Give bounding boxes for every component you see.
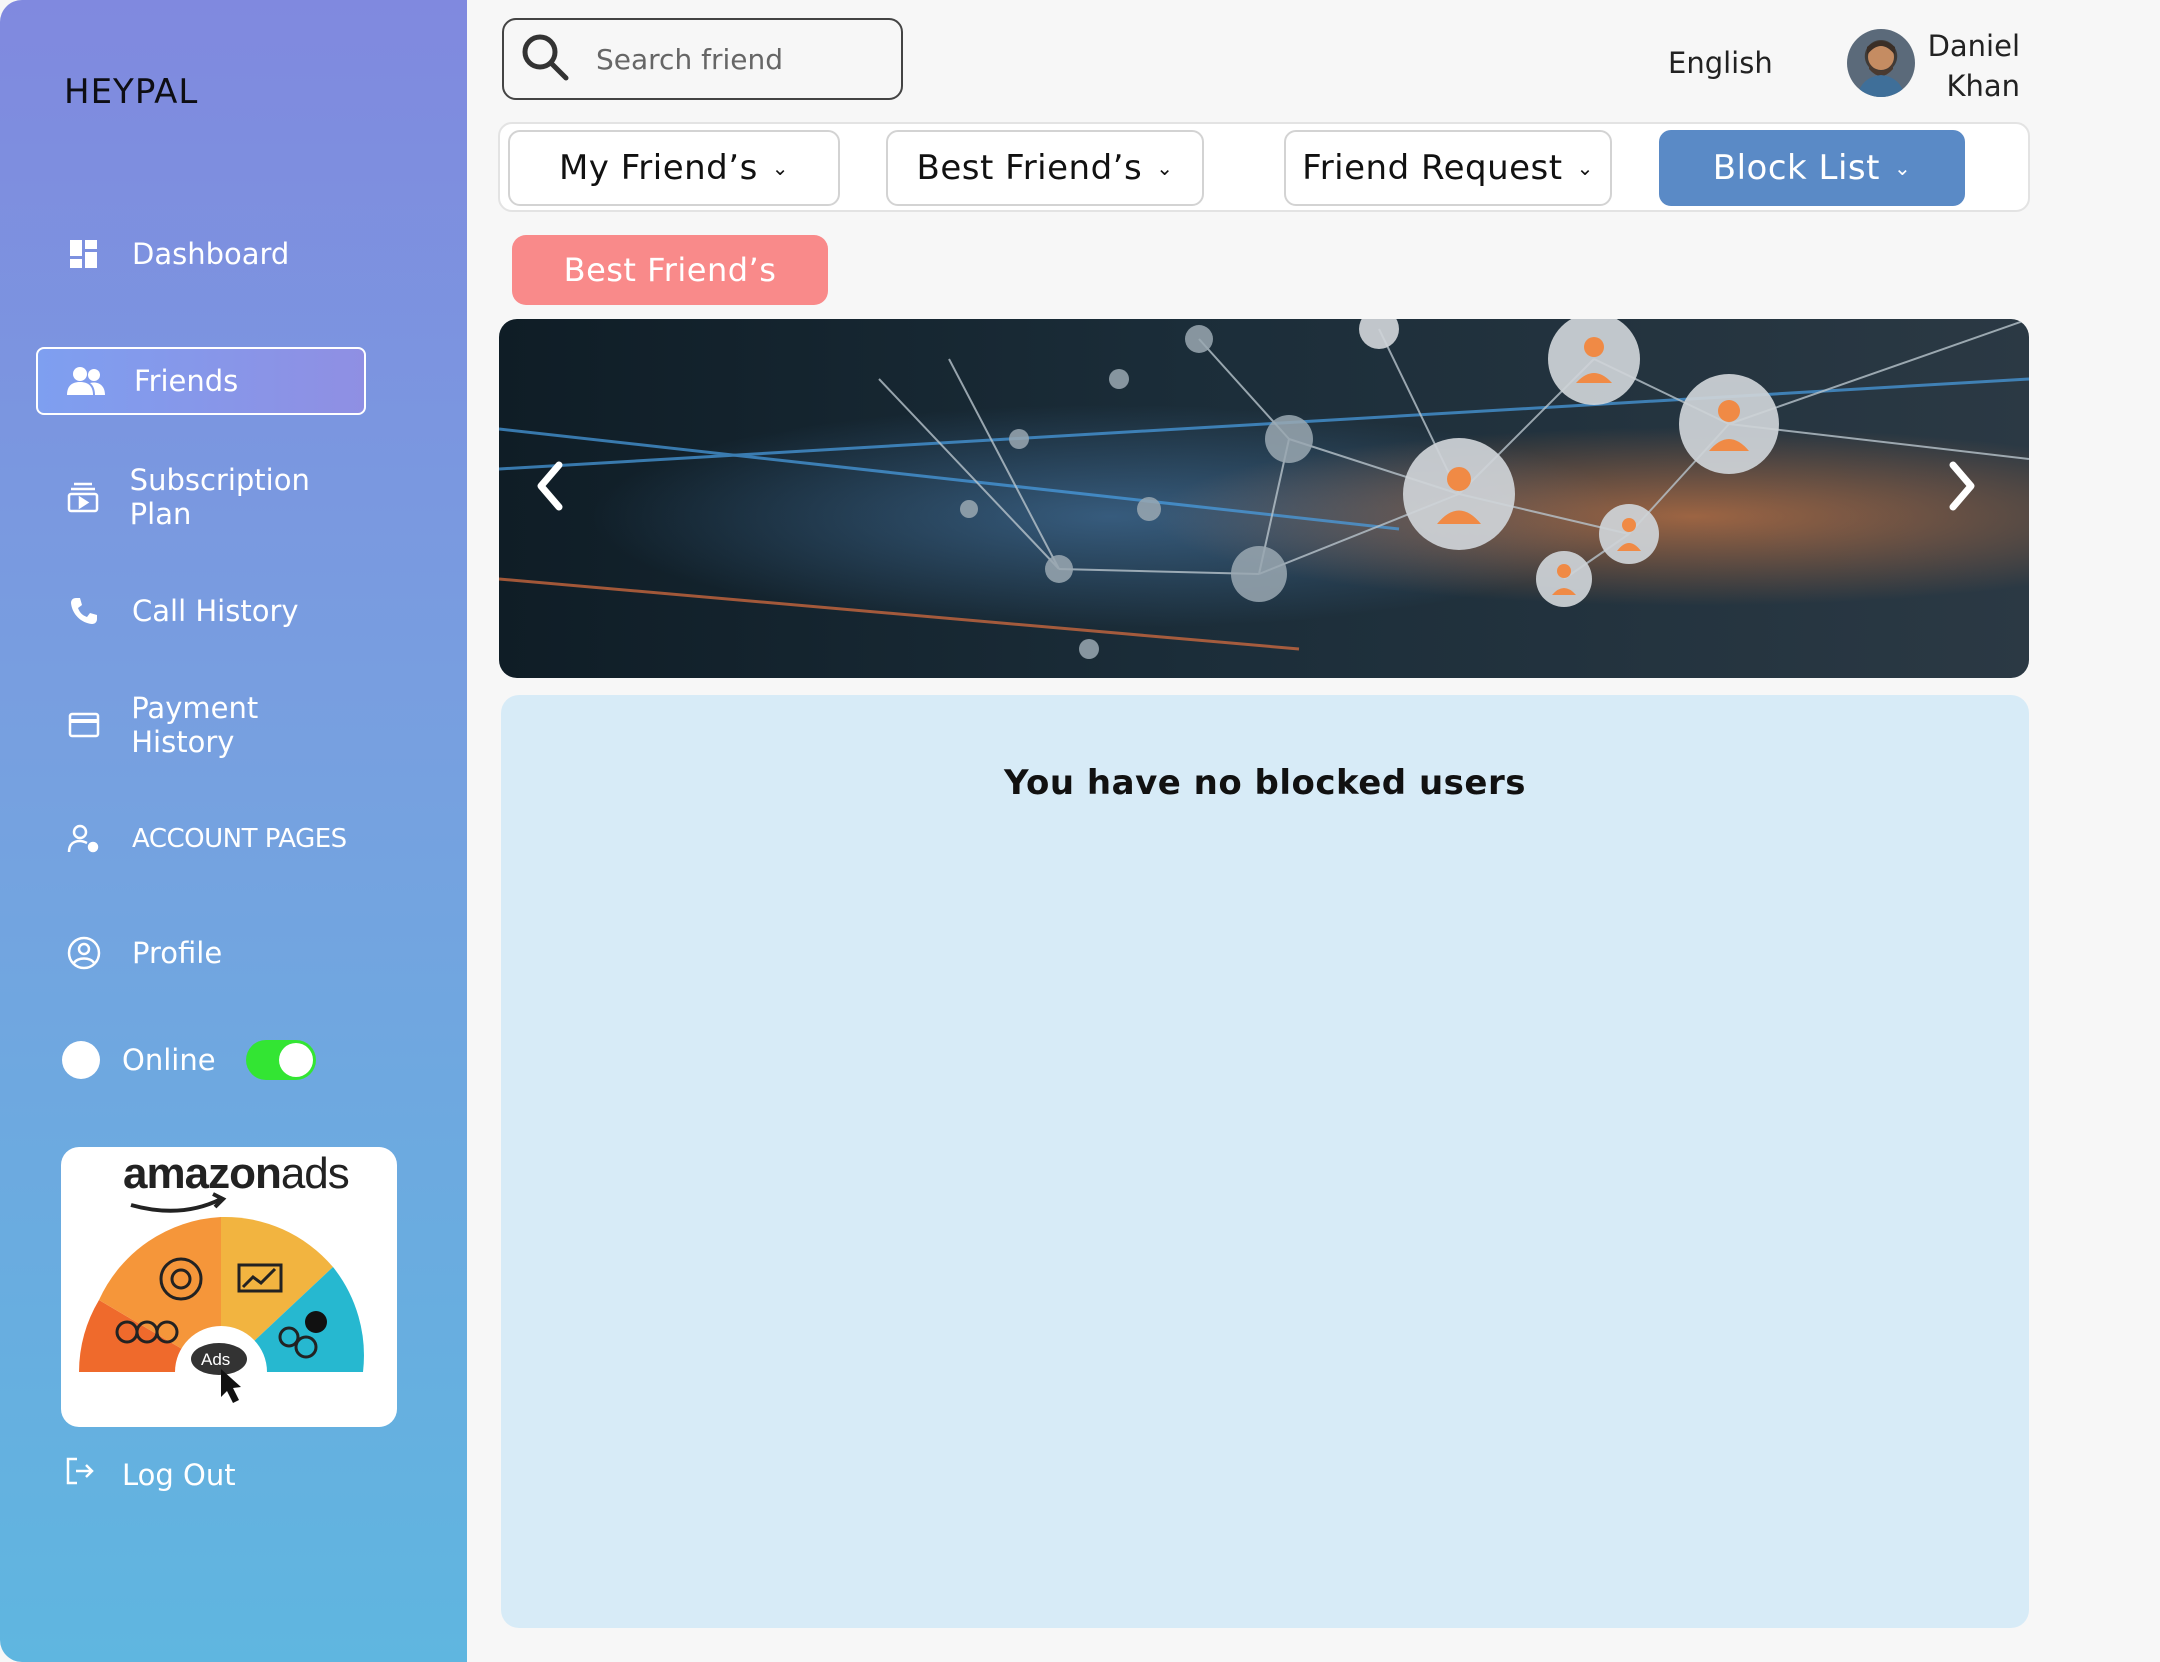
amazon-ads-card[interactable]: amazonads Ads <box>61 1147 397 1427</box>
online-status: Online <box>62 1040 316 1080</box>
chevron-left-icon <box>537 461 563 511</box>
avatar[interactable] <box>1847 29 1915 97</box>
tab-friend-request[interactable]: Friend Request ⌄ <box>1284 130 1612 206</box>
dashboard-icon <box>64 234 104 274</box>
sidebar-item-label: Payment History <box>131 691 259 759</box>
sidebar-item-call-history[interactable]: Call History <box>36 577 366 645</box>
tab-my-friends[interactable]: My Friend’s ⌄ <box>508 130 840 206</box>
network-graphic <box>499 319 2029 659</box>
tab-label: Block List <box>1712 148 1880 188</box>
sidebar-item-friends[interactable]: Friends <box>36 347 366 415</box>
user-name[interactable]: Daniel Khan <box>1920 26 2020 106</box>
language-selector[interactable]: English <box>1668 46 1773 80</box>
tab-label: My Friend’s <box>558 148 758 188</box>
logout-icon <box>64 1455 96 1494</box>
sidebar-item-payment-history[interactable]: Payment History <box>36 691 366 759</box>
empty-state-message: You have no blocked users <box>1004 763 1526 803</box>
sidebar-item-label: Dashboard <box>132 237 290 271</box>
banner-carousel <box>499 319 2029 678</box>
sidebar-item-label: Profile <box>132 936 223 970</box>
chevron-down-icon: ⌄ <box>1576 156 1594 180</box>
chevron-down-icon: ⌄ <box>1156 156 1174 180</box>
sidebar-item-label: Friends <box>134 364 239 398</box>
chevron-down-icon: ⌄ <box>771 156 790 180</box>
search-bar[interactable] <box>502 18 903 100</box>
sidebar-item-label: ACCOUNT PAGES <box>132 824 347 854</box>
tab-block-list[interactable]: Block List ⌄ <box>1659 130 1965 206</box>
carousel-prev-button[interactable] <box>533 461 583 531</box>
users-icon <box>66 361 106 401</box>
ads-graphic <box>79 1192 364 1418</box>
sidebar-item-label: Subscription Plan <box>129 463 310 531</box>
toggle-knob <box>278 1043 313 1077</box>
logout-label: Log Out <box>122 1457 236 1492</box>
tab-best-friends[interactable]: Best Friend’s ⌄ <box>886 130 1204 206</box>
phone-icon <box>64 591 104 631</box>
account-settings-icon <box>64 819 104 859</box>
user-first-name: Daniel <box>1927 29 2020 63</box>
carousel-next-button[interactable] <box>1945 461 1995 531</box>
sidebar-item-profile[interactable]: Profile <box>36 919 366 987</box>
brand-logo: HEYPAL <box>64 72 199 112</box>
search-icon <box>520 32 570 87</box>
subscription-icon <box>64 477 102 517</box>
sidebar-item-dashboard[interactable]: Dashboard <box>36 220 366 288</box>
online-label: Online <box>122 1043 216 1077</box>
search-input[interactable] <box>596 42 856 76</box>
status-dot-icon <box>62 1041 100 1079</box>
sidebar-item-subscription[interactable]: Subscription Plan <box>36 463 366 531</box>
section-pill[interactable]: Best Friend’s <box>512 235 828 305</box>
profile-icon <box>64 933 104 973</box>
online-toggle[interactable] <box>245 1040 316 1080</box>
block-list-panel: You have no blocked users <box>501 695 2029 1628</box>
credit-card-icon <box>64 705 103 745</box>
user-last-name: Khan <box>1946 69 2020 103</box>
ads-badge: Ads <box>201 1350 231 1369</box>
sidebar-item-label: Call History <box>132 594 299 628</box>
sidebar: HEYPAL Dashboard Friends Subscription Pl… <box>0 0 467 1662</box>
tab-label: Friend Request <box>1302 148 1563 188</box>
sidebar-item-account-pages[interactable]: ACCOUNT PAGES <box>36 805 366 873</box>
chevron-down-icon: ⌄ <box>1893 156 1912 180</box>
logout-button[interactable]: Log Out <box>64 1455 236 1494</box>
tab-label: Best Friend’s <box>916 148 1143 188</box>
chevron-right-icon <box>1949 461 1975 511</box>
